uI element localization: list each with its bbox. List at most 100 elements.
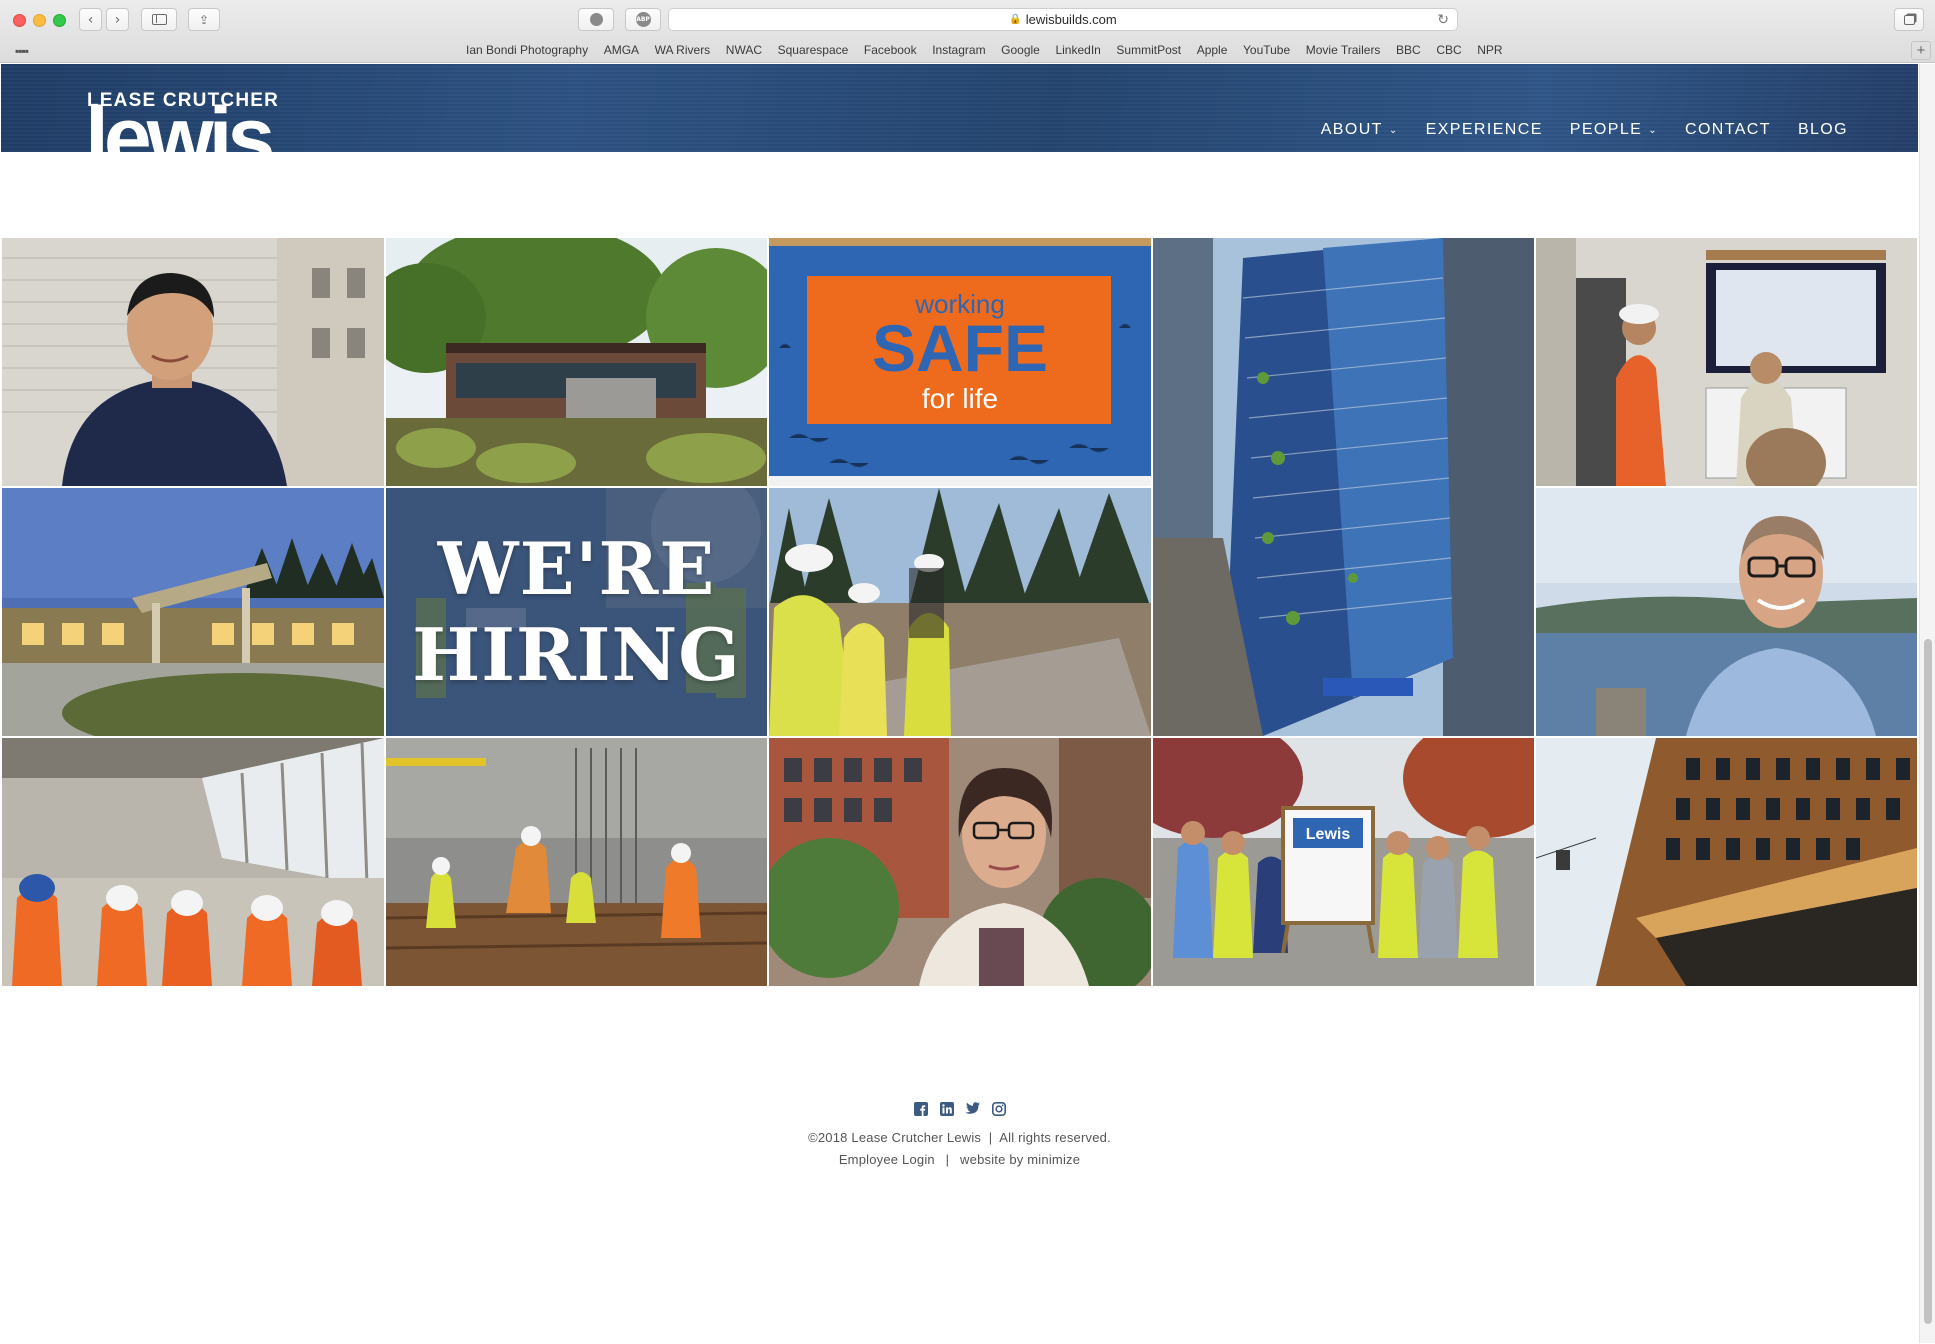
adblock-extension-button[interactable]: ABP	[625, 8, 661, 31]
sidebar-icon	[151, 14, 167, 25]
chevron-down-icon: ⌄	[1648, 124, 1658, 136]
page-viewport: LEASE CRUTCHER lewis ABOUT ⌄ EXPERIENCE P…	[1, 64, 1918, 1343]
bookmark-item[interactable]: NPR	[1477, 43, 1502, 57]
back-button[interactable]: ‹	[79, 8, 102, 31]
banner-text-for-life: for life	[922, 383, 998, 414]
hiring-banner[interactable]: WE'RE HIRING	[386, 488, 767, 736]
instagram-icon[interactable]	[990, 1100, 1007, 1117]
site-walk-photo	[769, 488, 1151, 736]
share-icon: ⇪	[198, 12, 210, 27]
site-header: LEASE CRUTCHER lewis ABOUT ⌄ EXPERIENCE P…	[1, 64, 1918, 152]
photo-tile-meeting-screen[interactable]	[1536, 238, 1917, 486]
nav-experience-label: EXPERIENCE	[1425, 121, 1543, 138]
adblock-icon: ABP	[635, 12, 651, 27]
forward-button[interactable]: ›	[106, 8, 129, 31]
bookmark-item[interactable]: Apple	[1197, 43, 1228, 57]
tabs-overview-button[interactable]	[1894, 8, 1924, 31]
website-credit-link[interactable]: website by minimize	[960, 1152, 1080, 1167]
site-logo[interactable]: LEASE CRUTCHER lewis	[87, 90, 292, 152]
nav-blog[interactable]: BLOG	[1798, 121, 1848, 139]
minimize-window-button[interactable]	[33, 14, 46, 27]
employee-login-link[interactable]: Employee Login	[839, 1152, 935, 1167]
zoom-window-button[interactable]	[53, 14, 66, 27]
ghostery-extension-button[interactable]	[578, 8, 614, 31]
nav-about[interactable]: ABOUT ⌄	[1321, 121, 1399, 139]
reload-icon[interactable]: ↻	[1437, 11, 1449, 28]
copyright-text: ©2018 Lease Crutcher Lewis | All rights …	[808, 1130, 1111, 1145]
photo-grid: 10521 working SAFE for life	[2, 238, 1917, 986]
photo-tile-highrise-tower[interactable]	[1153, 238, 1534, 736]
share-button[interactable]: ⇪	[188, 8, 220, 31]
social-links	[1, 1100, 1918, 1117]
bookmark-item[interactable]: Google	[1001, 43, 1040, 57]
footer-links: Employee Login | website by minimize	[1, 1152, 1918, 1167]
bookmarks-list: Ian Bondi Photography AMGA WA Rivers NWAC Sq…	[466, 43, 1518, 57]
photo-tile-team-sign[interactable]: Lewis	[1153, 738, 1534, 986]
nav-people[interactable]: PEOPLE ⌄	[1570, 121, 1658, 139]
scrollbar-thumb[interactable]	[1924, 639, 1932, 1324]
hiring-headline: WE'RE HIRING	[386, 488, 767, 736]
bookmark-item[interactable]: CBC	[1436, 43, 1461, 57]
bookmark-item[interactable]: Ian Bondi Photography	[466, 43, 588, 57]
chevron-left-icon: ‹	[87, 11, 94, 28]
browser-chrome: ‹ › ⇪ ABP 🔒 lewisbuilds.com ↻ ▪▪▪▪ Ian B…	[0, 0, 1935, 63]
chevron-right-icon: ›	[114, 11, 121, 28]
portrait-photo	[1536, 488, 1917, 736]
meeting-photo	[1536, 238, 1917, 486]
safety-banner-photo: working SAFE for life	[769, 238, 1151, 486]
photo-tile-school-dusk[interactable]	[2, 488, 384, 736]
linkedin-icon[interactable]	[938, 1100, 955, 1117]
address-bar-url: lewisbuilds.com	[1025, 12, 1117, 27]
bookmark-item[interactable]: WA Rivers	[655, 43, 711, 57]
new-tab-button[interactable]: +	[1911, 41, 1931, 60]
bookmark-item[interactable]: LinkedIn	[1055, 43, 1100, 57]
top-sites-grid-icon[interactable]: ▪▪▪▪	[15, 44, 29, 58]
twitter-icon[interactable]	[964, 1100, 981, 1117]
nav-contact-label: CONTACT	[1684, 121, 1771, 138]
rebar-crew-photo	[386, 738, 767, 986]
hall-tour-photo	[2, 738, 384, 986]
photo-tile-rebar-crew[interactable]	[386, 738, 767, 986]
bookmark-item[interactable]: AMGA	[604, 43, 639, 57]
jobsite-sign-text: Lewis	[1306, 826, 1351, 843]
bookmark-item[interactable]: Squarespace	[778, 43, 849, 57]
lock-icon: 🔒	[1009, 14, 1022, 25]
bookmark-item[interactable]: NWAC	[726, 43, 762, 57]
hiring-line-2: HIRING	[412, 612, 741, 697]
photo-tile-office-building[interactable]: 10521	[386, 238, 767, 486]
bookmark-item[interactable]: Instagram	[932, 43, 985, 57]
photo-tile-portrait-woman[interactable]	[769, 738, 1151, 986]
photo-tile-safe-banner[interactable]: working SAFE for life	[769, 238, 1151, 486]
photo-tile-hall-tour[interactable]	[2, 738, 384, 986]
bookmark-item[interactable]: SummitPost	[1116, 43, 1181, 57]
nav-blog-label: BLOG	[1797, 121, 1848, 138]
nav-contact[interactable]: CONTACT	[1685, 121, 1771, 139]
portrait-photo	[2, 238, 384, 486]
hiring-line-1: WE'RE	[437, 526, 716, 611]
bookmark-item[interactable]: BBC	[1396, 43, 1421, 57]
banner-text-safe: SAFE	[872, 311, 1048, 385]
facade-photo	[1536, 738, 1917, 986]
site-footer: ©2018 Lease Crutcher Lewis | All rights …	[1, 1100, 1918, 1167]
address-bar[interactable]: 🔒 lewisbuilds.com ↻	[668, 8, 1458, 31]
school-photo	[2, 488, 384, 736]
nav-experience[interactable]: EXPERIENCE	[1426, 121, 1543, 139]
chevron-down-icon: ⌄	[1388, 124, 1399, 136]
photo-tile-site-walk[interactable]	[769, 488, 1151, 736]
photo-tile-portrait-man-glasses[interactable]	[1536, 488, 1917, 736]
nav-people-label: PEOPLE	[1569, 121, 1643, 138]
bookmark-item[interactable]: Movie Trailers	[1306, 43, 1381, 57]
facebook-icon[interactable]	[912, 1100, 929, 1117]
photo-tile-wood-facade[interactable]	[1536, 738, 1917, 986]
tower-photo	[1153, 238, 1534, 736]
main-nav: ABOUT ⌄ EXPERIENCE PEOPLE ⌄ CONTACT BLOG	[1294, 121, 1848, 139]
close-window-button[interactable]	[13, 14, 26, 27]
nav-about-label: ABOUT	[1320, 121, 1383, 138]
page-scrollbar[interactable]	[1919, 64, 1935, 1343]
bookmark-item[interactable]: Facebook	[864, 43, 917, 57]
browser-toolbar: ‹ › ⇪ ABP 🔒 lewisbuilds.com ↻	[0, 0, 1935, 38]
sidebar-toggle-button[interactable]	[141, 8, 177, 31]
bookmark-item[interactable]: YouTube	[1243, 43, 1290, 57]
photo-tile-portrait-man-brick[interactable]	[2, 238, 384, 486]
bookmarks-bar: ▪▪▪▪ Ian Bondi Photography AMGA WA Rivers N…	[0, 38, 1935, 63]
